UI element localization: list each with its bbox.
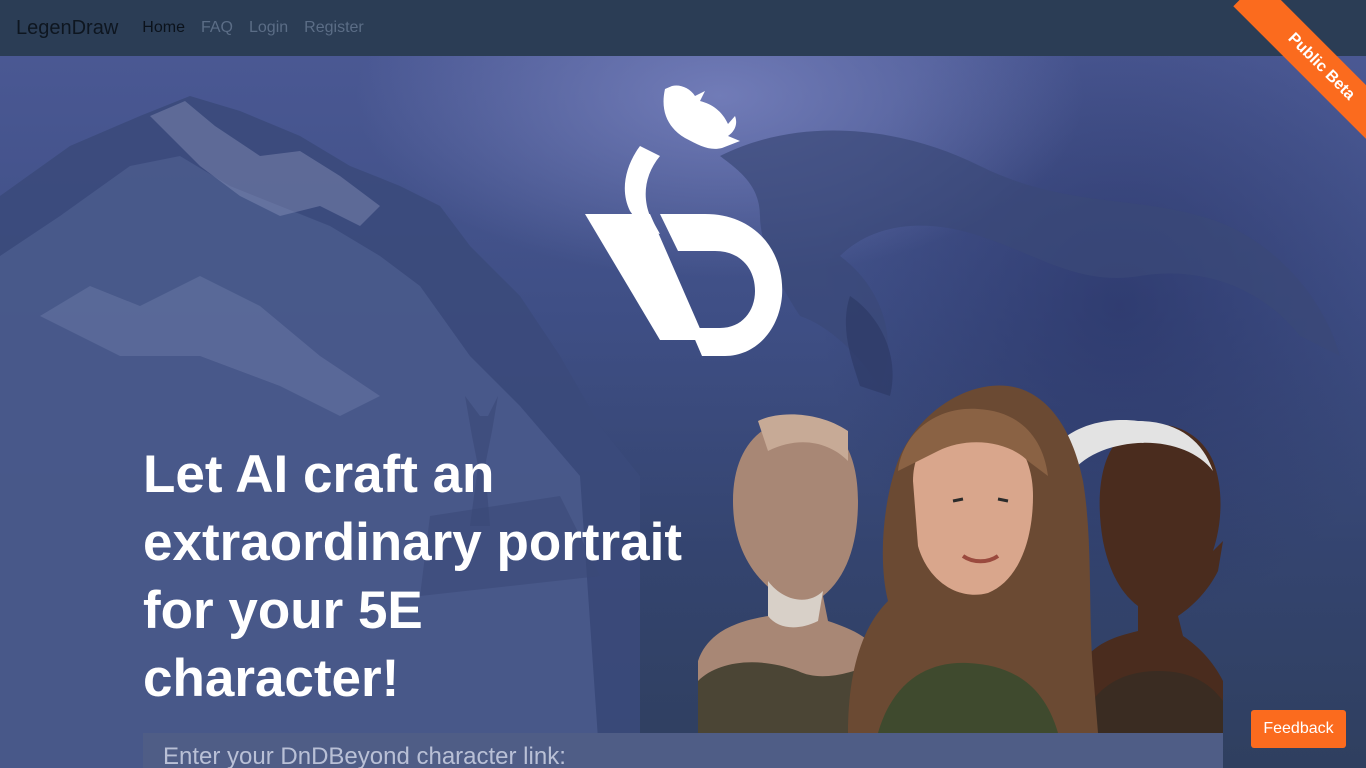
brand-logo[interactable]: LegenDraw <box>16 17 118 40</box>
nav-register[interactable]: Register <box>304 19 364 37</box>
dragon-ld-logo <box>585 85 783 356</box>
nav-faq[interactable]: FAQ <box>201 19 233 37</box>
public-beta-ribbon: Public Beta <box>1216 0 1366 150</box>
character-portraits <box>698 385 1223 733</box>
nav-home[interactable]: Home <box>142 19 185 37</box>
ribbon-label: Public Beta <box>1233 0 1366 150</box>
character-link-input[interactable] <box>163 743 1203 768</box>
feedback-button[interactable]: Feedback <box>1251 710 1346 748</box>
navbar: LegenDraw Home FAQ Login Register <box>0 0 1366 56</box>
hero-section: Let AI craft an extraordinary portrait f… <box>0 56 1366 768</box>
hero-headline: Let AI craft an extraordinary portrait f… <box>143 445 682 708</box>
character-link-field-wrapper <box>143 733 1223 768</box>
nav-login[interactable]: Login <box>249 19 288 37</box>
